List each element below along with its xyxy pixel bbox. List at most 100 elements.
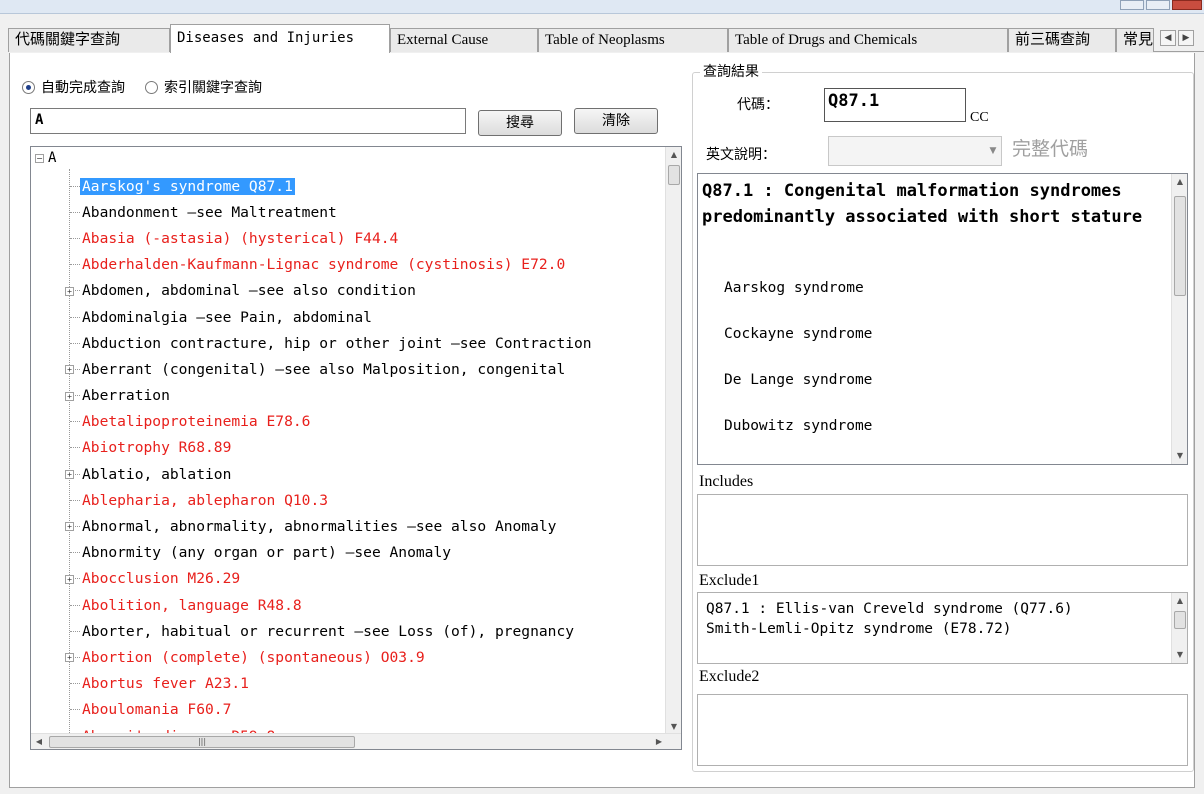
tree-items: Aarskog's syndrome Q87.1 Abandonment —see… — [64, 173, 665, 749]
tree-item[interactable]: + Abnormal, abnormality, abnormalities —s… — [64, 513, 665, 539]
description-items: Aarskog syndrome Cockayne syndrome De La… — [724, 280, 872, 464]
exclude2-box[interactable] — [697, 694, 1188, 766]
code-suffix: CC — [970, 110, 989, 125]
scroll-thumb[interactable] — [1174, 611, 1186, 629]
expand-icon[interactable]: + — [65, 470, 74, 480]
tree-item[interactable]: + Abortion (complete) (spontaneous) O03.9 — [64, 644, 665, 670]
chevron-down-icon[interactable]: ▼ — [985, 137, 1001, 165]
index-tree[interactable]: − A Aarskog's syndrome Q87.1 Abandonment … — [30, 146, 682, 750]
tree-item[interactable]: Aboulomania F60.7 — [64, 697, 665, 723]
tab-diseases-injuries[interactable]: Diseases and Injuries — [170, 24, 390, 53]
tree-item[interactable]: + Aberration — [64, 383, 665, 409]
tree-item[interactable]: Ablepharia, ablepharon Q10.3 — [64, 487, 665, 513]
description-item: Cockayne syndrome — [724, 326, 873, 342]
tree-item[interactable]: + Abocclusion M26.29 — [64, 566, 665, 592]
tab-code-keyword[interactable]: 代碼關鍵字查詢 — [8, 28, 170, 52]
scroll-up-icon[interactable]: ▲ — [1172, 593, 1187, 609]
tree-item[interactable]: Abdominalgia —see Pain, abdominal — [64, 304, 665, 330]
radio-index-keyword-label[interactable]: 索引關鍵字查詢 — [164, 77, 262, 97]
tab-first-three[interactable]: 前三碼查詢 — [1008, 28, 1116, 52]
tree-item-label: Abasia (-astasia) (hysterical) F44.4 — [82, 229, 399, 247]
tree-horizontal-scrollbar[interactable]: ◀ ||| ▶ — [31, 733, 681, 749]
search-button[interactable]: 搜尋 — [478, 110, 562, 136]
tree-connector — [70, 709, 80, 711]
tree-connector — [70, 499, 80, 501]
tree-connector — [70, 342, 80, 344]
tab-scroll-left-icon[interactable]: ◀ — [1160, 30, 1176, 46]
code-field[interactable]: Q87.1 — [824, 88, 966, 122]
tree-item-label: Aarskog's syndrome Q87.1 — [80, 177, 295, 195]
tree-item[interactable]: Abnormity (any organ or part) —see Anoma… — [64, 540, 665, 566]
exclude2-label: Exclude2 — [699, 668, 760, 685]
exclude1-line: Smith-Lemli-Opitz syndrome (E78.72) — [706, 621, 1012, 637]
description-textbox[interactable]: Q87.1 : Congenital malformation syndrome… — [697, 173, 1188, 465]
description-scrollbar[interactable]: ▲ ▼ — [1171, 174, 1187, 464]
tree-item-label: Aberrant (congenital) —see also Malposit… — [82, 360, 566, 378]
scroll-up-icon[interactable]: ▲ — [1172, 174, 1187, 190]
tree-connector — [70, 211, 80, 213]
tree-connector — [70, 604, 80, 606]
window-title-bar — [0, 0, 1204, 14]
tree-item[interactable]: Aarskog's syndrome Q87.1 — [64, 173, 665, 199]
radio-auto-complete-label[interactable]: 自動完成查詢 — [41, 77, 125, 97]
tree-item[interactable]: Abetalipoproteinemia E78.6 — [64, 409, 665, 435]
tree-item[interactable]: Abortus fever A23.1 — [64, 671, 665, 697]
expand-icon[interactable]: + — [65, 365, 74, 375]
collapse-icon[interactable]: − — [35, 153, 44, 163]
tree-connector — [70, 447, 80, 449]
maximize-button[interactable] — [1146, 0, 1170, 10]
includes-box[interactable] — [697, 494, 1188, 566]
scroll-thumb-horizontal[interactable]: ||| — [49, 736, 355, 748]
tree-item-label: Abdominalgia —see Pain, abdominal — [82, 308, 372, 326]
tree-item[interactable]: Abandonment —see Maltreatment — [64, 199, 665, 225]
result-group-title: 查詢結果 — [700, 61, 762, 81]
tree-item[interactable]: + Abdomen, abdominal —see also condition — [64, 278, 665, 304]
tab-neoplasms[interactable]: Table of Neoplasms — [538, 28, 728, 52]
tree-item-label: Abolition, language R48.8 — [82, 596, 302, 614]
expand-icon[interactable]: + — [65, 653, 74, 663]
code-label: 代碼： — [737, 97, 779, 113]
scroll-thumb[interactable] — [1174, 196, 1186, 296]
tab-drugs-chemicals[interactable]: Table of Drugs and Chemicals — [728, 28, 1008, 52]
tree-item-label: Aberration — [82, 387, 170, 405]
tab-scroll-right-icon[interactable]: ▶ — [1178, 30, 1194, 46]
scroll-thumb[interactable] — [668, 165, 680, 185]
scroll-right-icon[interactable]: ▶ — [651, 734, 667, 749]
clear-button[interactable]: 清除 — [574, 108, 658, 134]
tree-item[interactable]: Abolition, language R48.8 — [64, 592, 665, 618]
scroll-up-icon[interactable]: ▲ — [666, 147, 681, 163]
tree-item-label: Abdomen, abdominal —see also condition — [82, 282, 416, 300]
tree-item-label: Abocclusion M26.29 — [82, 570, 241, 588]
tree-item[interactable]: Abiotrophy R68.89 — [64, 435, 665, 461]
minimize-button[interactable] — [1120, 0, 1144, 10]
close-button[interactable] — [1172, 0, 1202, 10]
tree-item[interactable]: Aborter, habitual or recurrent —see Loss… — [64, 618, 665, 644]
tab-external-cause[interactable]: External Cause — [390, 28, 538, 52]
radio-auto-complete[interactable] — [22, 80, 35, 94]
expand-icon[interactable]: + — [65, 574, 74, 584]
tree-vertical-scrollbar[interactable]: ▲ ▼ — [665, 147, 681, 735]
description-item: De Lange syndrome — [724, 372, 873, 388]
exclude1-box[interactable]: Q87.1 : Ellis-van Creveld syndrome (Q77.… — [697, 592, 1188, 664]
radio-index-keyword[interactable] — [145, 80, 158, 94]
tree-root-node[interactable]: − A — [35, 150, 56, 166]
exclude1-scrollbar[interactable]: ▲ ▼ — [1171, 593, 1187, 663]
tree-connector — [70, 630, 80, 632]
expand-icon[interactable]: + — [65, 522, 74, 532]
expand-icon[interactable]: + — [65, 286, 74, 296]
tree-item[interactable]: Abasia (-astasia) (hysterical) F44.4 — [64, 225, 665, 251]
tree-item[interactable]: Abderhalden-Kaufmann-Lignac syndrome (cy… — [64, 252, 665, 278]
tree-item[interactable]: + Aberrant (congenital) —see also Malposi… — [64, 356, 665, 382]
scroll-down-icon[interactable]: ▼ — [1172, 647, 1187, 663]
expand-icon[interactable]: + — [65, 391, 74, 401]
scroll-down-icon[interactable]: ▼ — [1172, 448, 1187, 464]
description-combobox[interactable]: ▼ — [828, 136, 1002, 166]
scroll-left-icon[interactable]: ◀ — [31, 734, 47, 749]
tree-item-label: Aborter, habitual or recurrent —see Loss… — [82, 622, 575, 640]
tree-connector — [70, 421, 80, 423]
tree-item[interactable]: Abduction contracture, hip or other join… — [64, 330, 665, 356]
tab-common[interactable]: 常見 — [1116, 28, 1154, 52]
tree-item[interactable]: + Ablatio, ablation — [64, 461, 665, 487]
tab-strip: 代碼關鍵字查詢 Diseases and Injuries External C… — [8, 24, 1204, 53]
search-input[interactable]: A — [30, 108, 466, 134]
